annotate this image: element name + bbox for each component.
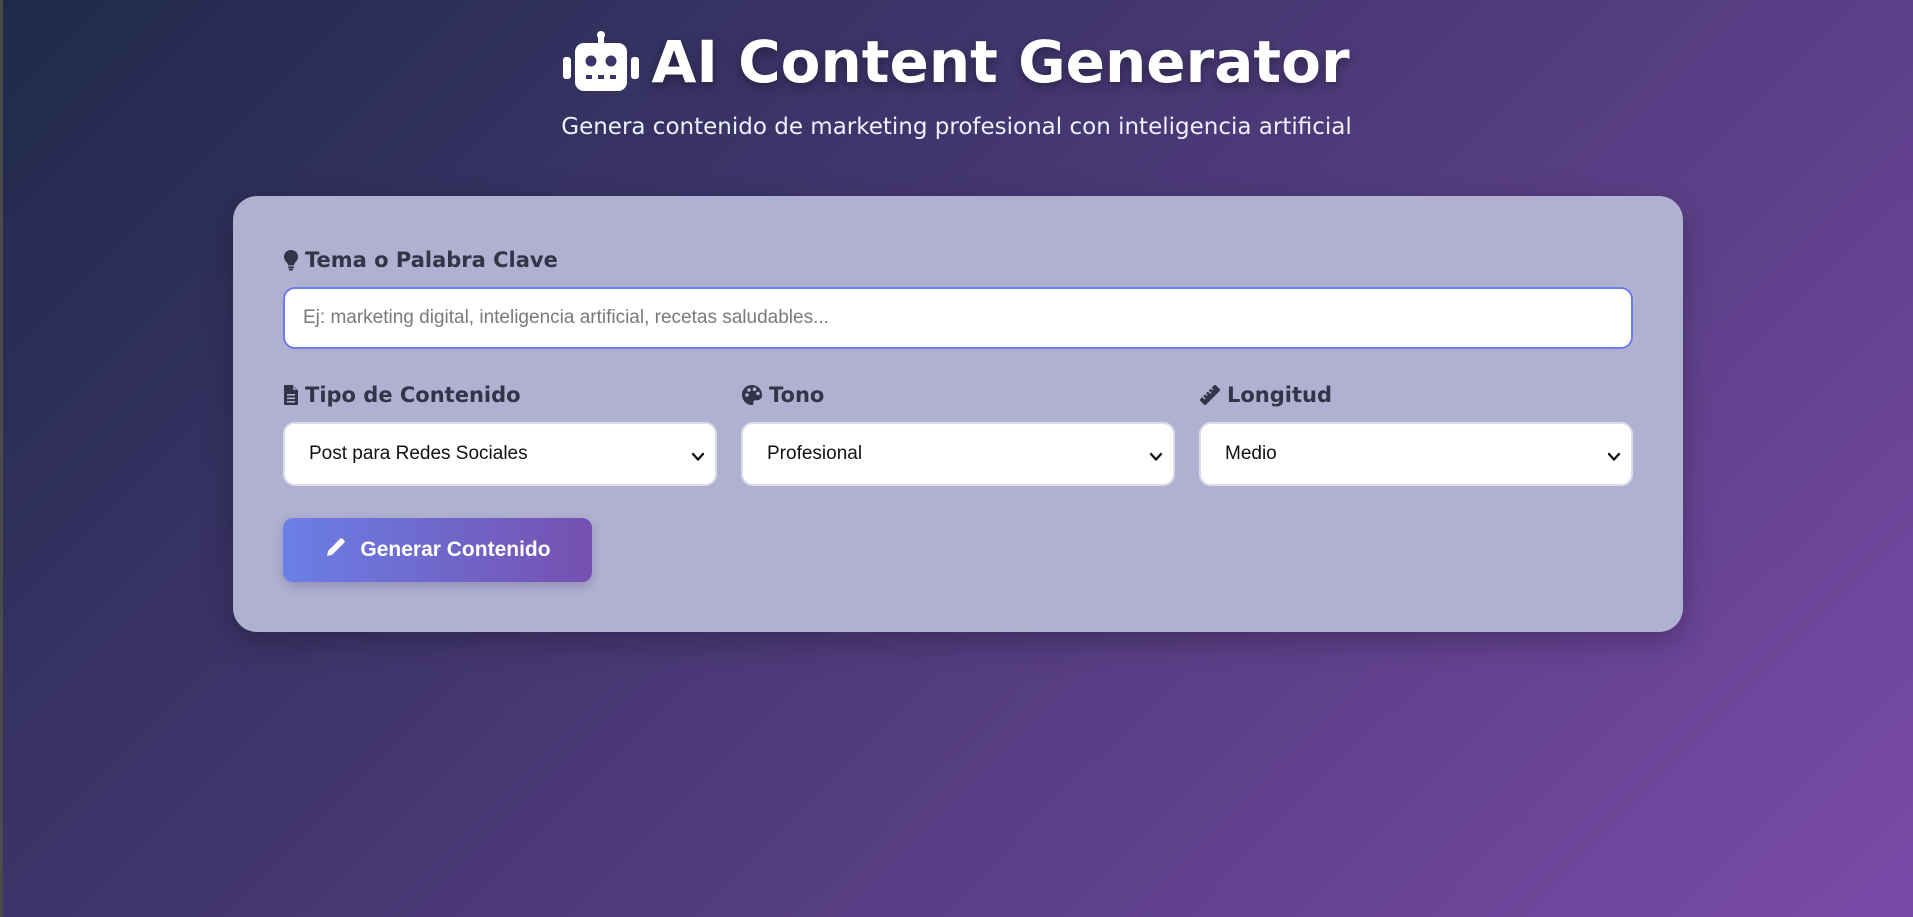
content-type-label: Tipo de Contenido [283, 383, 521, 407]
chevron-down-icon [1149, 448, 1163, 470]
chevron-down-icon [691, 448, 705, 470]
document-icon [283, 384, 299, 406]
ruler-icon [1199, 384, 1221, 406]
topic-input[interactable] [283, 287, 1633, 349]
content-type-selected-value: Post para Redes Sociales [309, 443, 528, 464]
tone-label-text: Tono [769, 383, 825, 407]
pencil-icon [324, 535, 348, 565]
lightbulb-icon [283, 249, 299, 271]
robot-icon [563, 31, 640, 93]
chevron-down-icon [1607, 448, 1621, 470]
tone-select[interactable]: Profesional [741, 422, 1175, 486]
generate-content-button-label: Generar Contenido [360, 538, 551, 561]
topic-label-text: Tema o Palabra Clave [305, 248, 558, 272]
tone-selected-value: Profesional [767, 443, 863, 464]
tone-label: Tono [741, 383, 824, 407]
title-row: AI Content Generator [563, 26, 1350, 98]
length-select[interactable]: Medio [1199, 422, 1633, 486]
page-title: AI Content Generator [651, 28, 1350, 96]
page-subtitle: Genera contenido de marketing profesiona… [561, 114, 1352, 140]
length-label-text: Longitud [1227, 383, 1333, 407]
generate-content-button[interactable]: Generar Contenido [283, 518, 592, 582]
topic-label: Tema o Palabra Clave [283, 248, 558, 272]
page-header: AI Content Generator Genera contenido de… [0, 26, 1913, 142]
length-label: Longitud [1199, 383, 1332, 407]
content-type-select[interactable]: Post para Redes Sociales [283, 422, 717, 486]
length-selected-value: Medio [1225, 443, 1277, 464]
generator-form-card: Tema o Palabra Clave Tipo de Contenido P… [233, 196, 1683, 632]
content-type-label-text: Tipo de Contenido [305, 383, 521, 407]
palette-icon [741, 384, 763, 406]
